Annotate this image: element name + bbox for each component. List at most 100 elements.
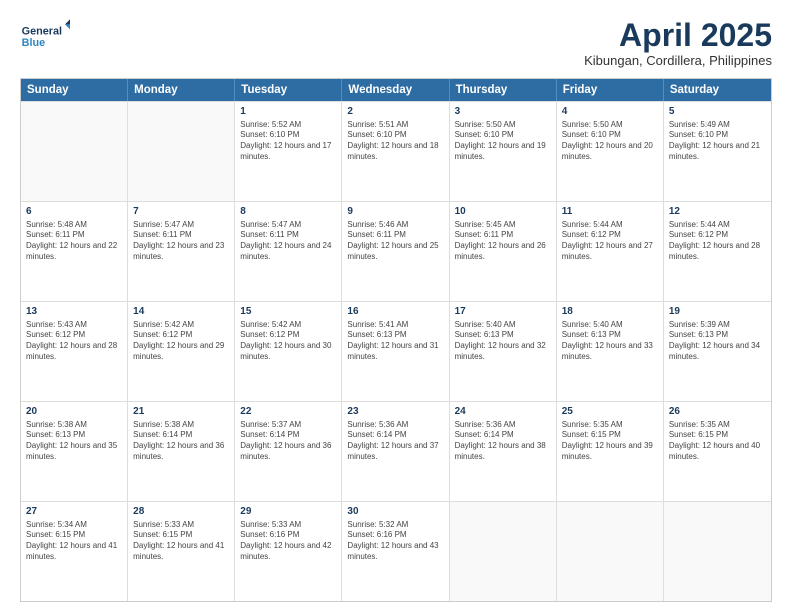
- day-number: 7: [133, 205, 229, 219]
- day-info: Sunrise: 5:43 AM Sunset: 6:12 PM Dayligh…: [26, 320, 122, 363]
- day-number: 12: [669, 205, 766, 219]
- svg-text:Blue: Blue: [22, 37, 45, 49]
- calendar-day-3: 3Sunrise: 5:50 AM Sunset: 6:10 PM Daylig…: [450, 102, 557, 201]
- subtitle: Kibungan, Cordillera, Philippines: [584, 53, 772, 68]
- calendar-day-empty: [128, 102, 235, 201]
- day-info: Sunrise: 5:45 AM Sunset: 6:11 PM Dayligh…: [455, 220, 551, 263]
- calendar-header-wednesday: Wednesday: [342, 79, 449, 101]
- day-info: Sunrise: 5:49 AM Sunset: 6:10 PM Dayligh…: [669, 120, 766, 163]
- day-number: 18: [562, 305, 658, 319]
- calendar-day-14: 14Sunrise: 5:42 AM Sunset: 6:12 PM Dayli…: [128, 302, 235, 401]
- main-title: April 2025: [584, 18, 772, 53]
- calendar-day-9: 9Sunrise: 5:46 AM Sunset: 6:11 PM Daylig…: [342, 202, 449, 301]
- calendar-day-empty: [557, 502, 664, 601]
- calendar-week-4: 20Sunrise: 5:38 AM Sunset: 6:13 PM Dayli…: [21, 401, 771, 501]
- page: General Blue April 2025 Kibungan, Cordil…: [0, 0, 792, 612]
- calendar-week-5: 27Sunrise: 5:34 AM Sunset: 6:15 PM Dayli…: [21, 501, 771, 601]
- day-info: Sunrise: 5:50 AM Sunset: 6:10 PM Dayligh…: [455, 120, 551, 163]
- calendar-day-empty: [664, 502, 771, 601]
- calendar-day-13: 13Sunrise: 5:43 AM Sunset: 6:12 PM Dayli…: [21, 302, 128, 401]
- day-number: 1: [240, 105, 336, 119]
- day-number: 29: [240, 505, 336, 519]
- day-number: 5: [669, 105, 766, 119]
- day-number: 2: [347, 105, 443, 119]
- day-info: Sunrise: 5:40 AM Sunset: 6:13 PM Dayligh…: [562, 320, 658, 363]
- day-number: 19: [669, 305, 766, 319]
- day-info: Sunrise: 5:42 AM Sunset: 6:12 PM Dayligh…: [240, 320, 336, 363]
- header: General Blue April 2025 Kibungan, Cordil…: [20, 18, 772, 68]
- day-info: Sunrise: 5:36 AM Sunset: 6:14 PM Dayligh…: [347, 420, 443, 463]
- day-number: 25: [562, 405, 658, 419]
- calendar-day-16: 16Sunrise: 5:41 AM Sunset: 6:13 PM Dayli…: [342, 302, 449, 401]
- calendar-day-11: 11Sunrise: 5:44 AM Sunset: 6:12 PM Dayli…: [557, 202, 664, 301]
- calendar-day-7: 7Sunrise: 5:47 AM Sunset: 6:11 PM Daylig…: [128, 202, 235, 301]
- day-number: 14: [133, 305, 229, 319]
- day-info: Sunrise: 5:41 AM Sunset: 6:13 PM Dayligh…: [347, 320, 443, 363]
- day-info: Sunrise: 5:36 AM Sunset: 6:14 PM Dayligh…: [455, 420, 551, 463]
- day-info: Sunrise: 5:52 AM Sunset: 6:10 PM Dayligh…: [240, 120, 336, 163]
- calendar-day-10: 10Sunrise: 5:45 AM Sunset: 6:11 PM Dayli…: [450, 202, 557, 301]
- day-info: Sunrise: 5:35 AM Sunset: 6:15 PM Dayligh…: [562, 420, 658, 463]
- day-info: Sunrise: 5:38 AM Sunset: 6:13 PM Dayligh…: [26, 420, 122, 463]
- day-number: 16: [347, 305, 443, 319]
- calendar-day-18: 18Sunrise: 5:40 AM Sunset: 6:13 PM Dayli…: [557, 302, 664, 401]
- day-number: 30: [347, 505, 443, 519]
- svg-text:General: General: [22, 25, 62, 37]
- calendar-header-saturday: Saturday: [664, 79, 771, 101]
- day-info: Sunrise: 5:32 AM Sunset: 6:16 PM Dayligh…: [347, 520, 443, 563]
- calendar-day-25: 25Sunrise: 5:35 AM Sunset: 6:15 PM Dayli…: [557, 402, 664, 501]
- day-number: 6: [26, 205, 122, 219]
- day-info: Sunrise: 5:37 AM Sunset: 6:14 PM Dayligh…: [240, 420, 336, 463]
- day-number: 28: [133, 505, 229, 519]
- calendar-header-monday: Monday: [128, 79, 235, 101]
- day-number: 8: [240, 205, 336, 219]
- day-info: Sunrise: 5:39 AM Sunset: 6:13 PM Dayligh…: [669, 320, 766, 363]
- calendar-day-20: 20Sunrise: 5:38 AM Sunset: 6:13 PM Dayli…: [21, 402, 128, 501]
- day-info: Sunrise: 5:47 AM Sunset: 6:11 PM Dayligh…: [133, 220, 229, 263]
- day-info: Sunrise: 5:46 AM Sunset: 6:11 PM Dayligh…: [347, 220, 443, 263]
- day-info: Sunrise: 5:42 AM Sunset: 6:12 PM Dayligh…: [133, 320, 229, 363]
- day-number: 17: [455, 305, 551, 319]
- calendar-day-29: 29Sunrise: 5:33 AM Sunset: 6:16 PM Dayli…: [235, 502, 342, 601]
- day-number: 9: [347, 205, 443, 219]
- calendar-day-30: 30Sunrise: 5:32 AM Sunset: 6:16 PM Dayli…: [342, 502, 449, 601]
- calendar-header-row: SundayMondayTuesdayWednesdayThursdayFrid…: [21, 79, 771, 101]
- calendar-day-26: 26Sunrise: 5:35 AM Sunset: 6:15 PM Dayli…: [664, 402, 771, 501]
- calendar-day-15: 15Sunrise: 5:42 AM Sunset: 6:12 PM Dayli…: [235, 302, 342, 401]
- day-number: 20: [26, 405, 122, 419]
- calendar-day-5: 5Sunrise: 5:49 AM Sunset: 6:10 PM Daylig…: [664, 102, 771, 201]
- day-number: 3: [455, 105, 551, 119]
- logo-svg: General Blue: [20, 18, 70, 54]
- day-info: Sunrise: 5:33 AM Sunset: 6:15 PM Dayligh…: [133, 520, 229, 563]
- calendar-day-21: 21Sunrise: 5:38 AM Sunset: 6:14 PM Dayli…: [128, 402, 235, 501]
- day-info: Sunrise: 5:38 AM Sunset: 6:14 PM Dayligh…: [133, 420, 229, 463]
- calendar-day-22: 22Sunrise: 5:37 AM Sunset: 6:14 PM Dayli…: [235, 402, 342, 501]
- day-number: 27: [26, 505, 122, 519]
- calendar-day-1: 1Sunrise: 5:52 AM Sunset: 6:10 PM Daylig…: [235, 102, 342, 201]
- calendar-day-4: 4Sunrise: 5:50 AM Sunset: 6:10 PM Daylig…: [557, 102, 664, 201]
- day-number: 15: [240, 305, 336, 319]
- calendar: SundayMondayTuesdayWednesdayThursdayFrid…: [20, 78, 772, 602]
- day-info: Sunrise: 5:33 AM Sunset: 6:16 PM Dayligh…: [240, 520, 336, 563]
- calendar-day-19: 19Sunrise: 5:39 AM Sunset: 6:13 PM Dayli…: [664, 302, 771, 401]
- calendar-day-12: 12Sunrise: 5:44 AM Sunset: 6:12 PM Dayli…: [664, 202, 771, 301]
- day-info: Sunrise: 5:50 AM Sunset: 6:10 PM Dayligh…: [562, 120, 658, 163]
- calendar-header-sunday: Sunday: [21, 79, 128, 101]
- calendar-day-2: 2Sunrise: 5:51 AM Sunset: 6:10 PM Daylig…: [342, 102, 449, 201]
- day-info: Sunrise: 5:51 AM Sunset: 6:10 PM Dayligh…: [347, 120, 443, 163]
- calendar-header-friday: Friday: [557, 79, 664, 101]
- day-number: 24: [455, 405, 551, 419]
- day-number: 4: [562, 105, 658, 119]
- calendar-day-27: 27Sunrise: 5:34 AM Sunset: 6:15 PM Dayli…: [21, 502, 128, 601]
- day-number: 23: [347, 405, 443, 419]
- calendar-day-8: 8Sunrise: 5:47 AM Sunset: 6:11 PM Daylig…: [235, 202, 342, 301]
- title-block: April 2025 Kibungan, Cordillera, Philipp…: [584, 18, 772, 68]
- day-info: Sunrise: 5:47 AM Sunset: 6:11 PM Dayligh…: [240, 220, 336, 263]
- calendar-day-17: 17Sunrise: 5:40 AM Sunset: 6:13 PM Dayli…: [450, 302, 557, 401]
- calendar-header-tuesday: Tuesday: [235, 79, 342, 101]
- calendar-day-23: 23Sunrise: 5:36 AM Sunset: 6:14 PM Dayli…: [342, 402, 449, 501]
- day-number: 11: [562, 205, 658, 219]
- day-number: 21: [133, 405, 229, 419]
- calendar-day-24: 24Sunrise: 5:36 AM Sunset: 6:14 PM Dayli…: [450, 402, 557, 501]
- day-info: Sunrise: 5:48 AM Sunset: 6:11 PM Dayligh…: [26, 220, 122, 263]
